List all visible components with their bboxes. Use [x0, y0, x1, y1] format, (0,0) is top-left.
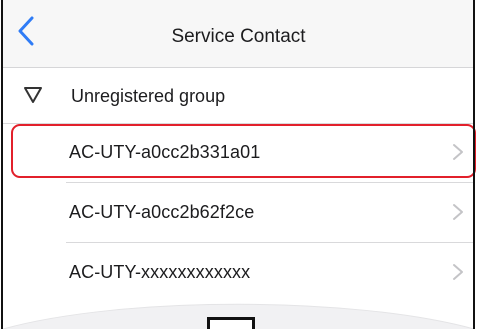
list-item-device-1[interactable]: AC-UTY-a0cc2b331a01 — [3, 124, 474, 180]
service-contact-screen: Service Contact Unregistered group AC-UT… — [0, 0, 477, 329]
chevron-right-icon — [453, 264, 463, 280]
device-name: AC-UTY-xxxxxxxxxxxx — [69, 262, 251, 282]
list-item-device-2[interactable]: AC-UTY-a0cc2b62f2ce — [3, 184, 474, 240]
chevron-right-icon — [453, 144, 463, 160]
divider — [66, 182, 474, 183]
device-name: AC-UTY-a0cc2b62f2ce — [69, 202, 255, 222]
home-button-outline — [207, 317, 255, 329]
triangle-down-outline-icon — [24, 87, 42, 103]
divider — [66, 242, 474, 243]
group-label: Unregistered group — [71, 86, 226, 106]
navigation-bar: Service Contact — [3, 0, 474, 68]
group-header[interactable]: Unregistered group — [3, 69, 474, 123]
page-title: Service Contact — [171, 26, 306, 47]
chevron-right-icon — [453, 204, 463, 220]
device-name: AC-UTY-a0cc2b331a01 — [69, 142, 261, 162]
